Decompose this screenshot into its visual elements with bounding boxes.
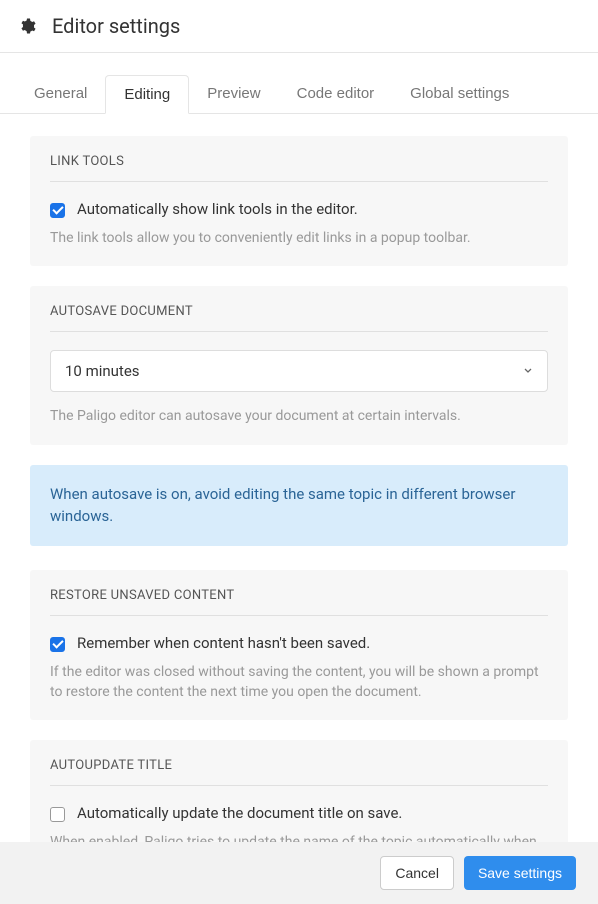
tab-code-editor[interactable]: Code editor: [279, 75, 393, 113]
option-label: Automatically update the document title …: [77, 804, 402, 822]
panel-title: AUTOUPDATE TITLE: [50, 758, 548, 786]
panel-restore: RESTORE UNSAVED CONTENT Remember when co…: [30, 570, 568, 721]
option-row: Automatically show link tools in the edi…: [50, 200, 548, 218]
checkbox-autoupdate[interactable]: [50, 807, 65, 822]
panel-autoupdate-title: AUTOUPDATE TITLE Automatically update th…: [30, 740, 568, 853]
option-label: Remember when content hasn't been saved.: [77, 634, 370, 652]
tab-global-settings[interactable]: Global settings: [392, 75, 527, 113]
autosave-info-callout: When autosave is on, avoid editing the s…: [30, 465, 568, 546]
autosave-select-wrap: 10 minutes: [50, 350, 548, 392]
checkbox-restore[interactable]: [50, 637, 65, 652]
dialog-footer: Cancel Save settings: [0, 842, 598, 904]
cancel-button[interactable]: Cancel: [380, 856, 454, 890]
option-row: Automatically update the document title …: [50, 804, 548, 822]
tab-preview[interactable]: Preview: [189, 75, 278, 113]
panel-title: RESTORE UNSAVED CONTENT: [50, 588, 548, 616]
page-title: Editor settings: [52, 14, 180, 38]
panel-title: LINK TOOLS: [50, 154, 548, 182]
option-help: The Paligo editor can autosave your docu…: [50, 406, 548, 426]
option-help: If the editor was closed without saving …: [50, 662, 548, 703]
dialog-header: Editor settings: [0, 0, 598, 53]
scroll-area[interactable]: General Editing Preview Code editor Glob…: [0, 53, 598, 853]
option-help: The link tools allow you to conveniently…: [50, 228, 548, 248]
autosave-interval-select[interactable]: 10 minutes: [50, 350, 548, 392]
panel-autosave: AUTOSAVE DOCUMENT 10 minutes The Paligo …: [30, 286, 568, 444]
save-button[interactable]: Save settings: [464, 856, 576, 890]
panel-title: AUTOSAVE DOCUMENT: [50, 304, 548, 332]
checkbox-link-tools[interactable]: [50, 203, 65, 218]
tab-editing[interactable]: Editing: [105, 75, 189, 114]
gear-icon: [18, 17, 36, 35]
tab-general[interactable]: General: [16, 75, 105, 113]
tabs-bar: General Editing Preview Code editor Glob…: [0, 75, 598, 114]
option-label: Automatically show link tools in the edi…: [77, 200, 358, 218]
panel-link-tools: LINK TOOLS Automatically show link tools…: [30, 136, 568, 266]
settings-content: LINK TOOLS Automatically show link tools…: [0, 114, 598, 853]
option-row: Remember when content hasn't been saved.: [50, 634, 548, 652]
